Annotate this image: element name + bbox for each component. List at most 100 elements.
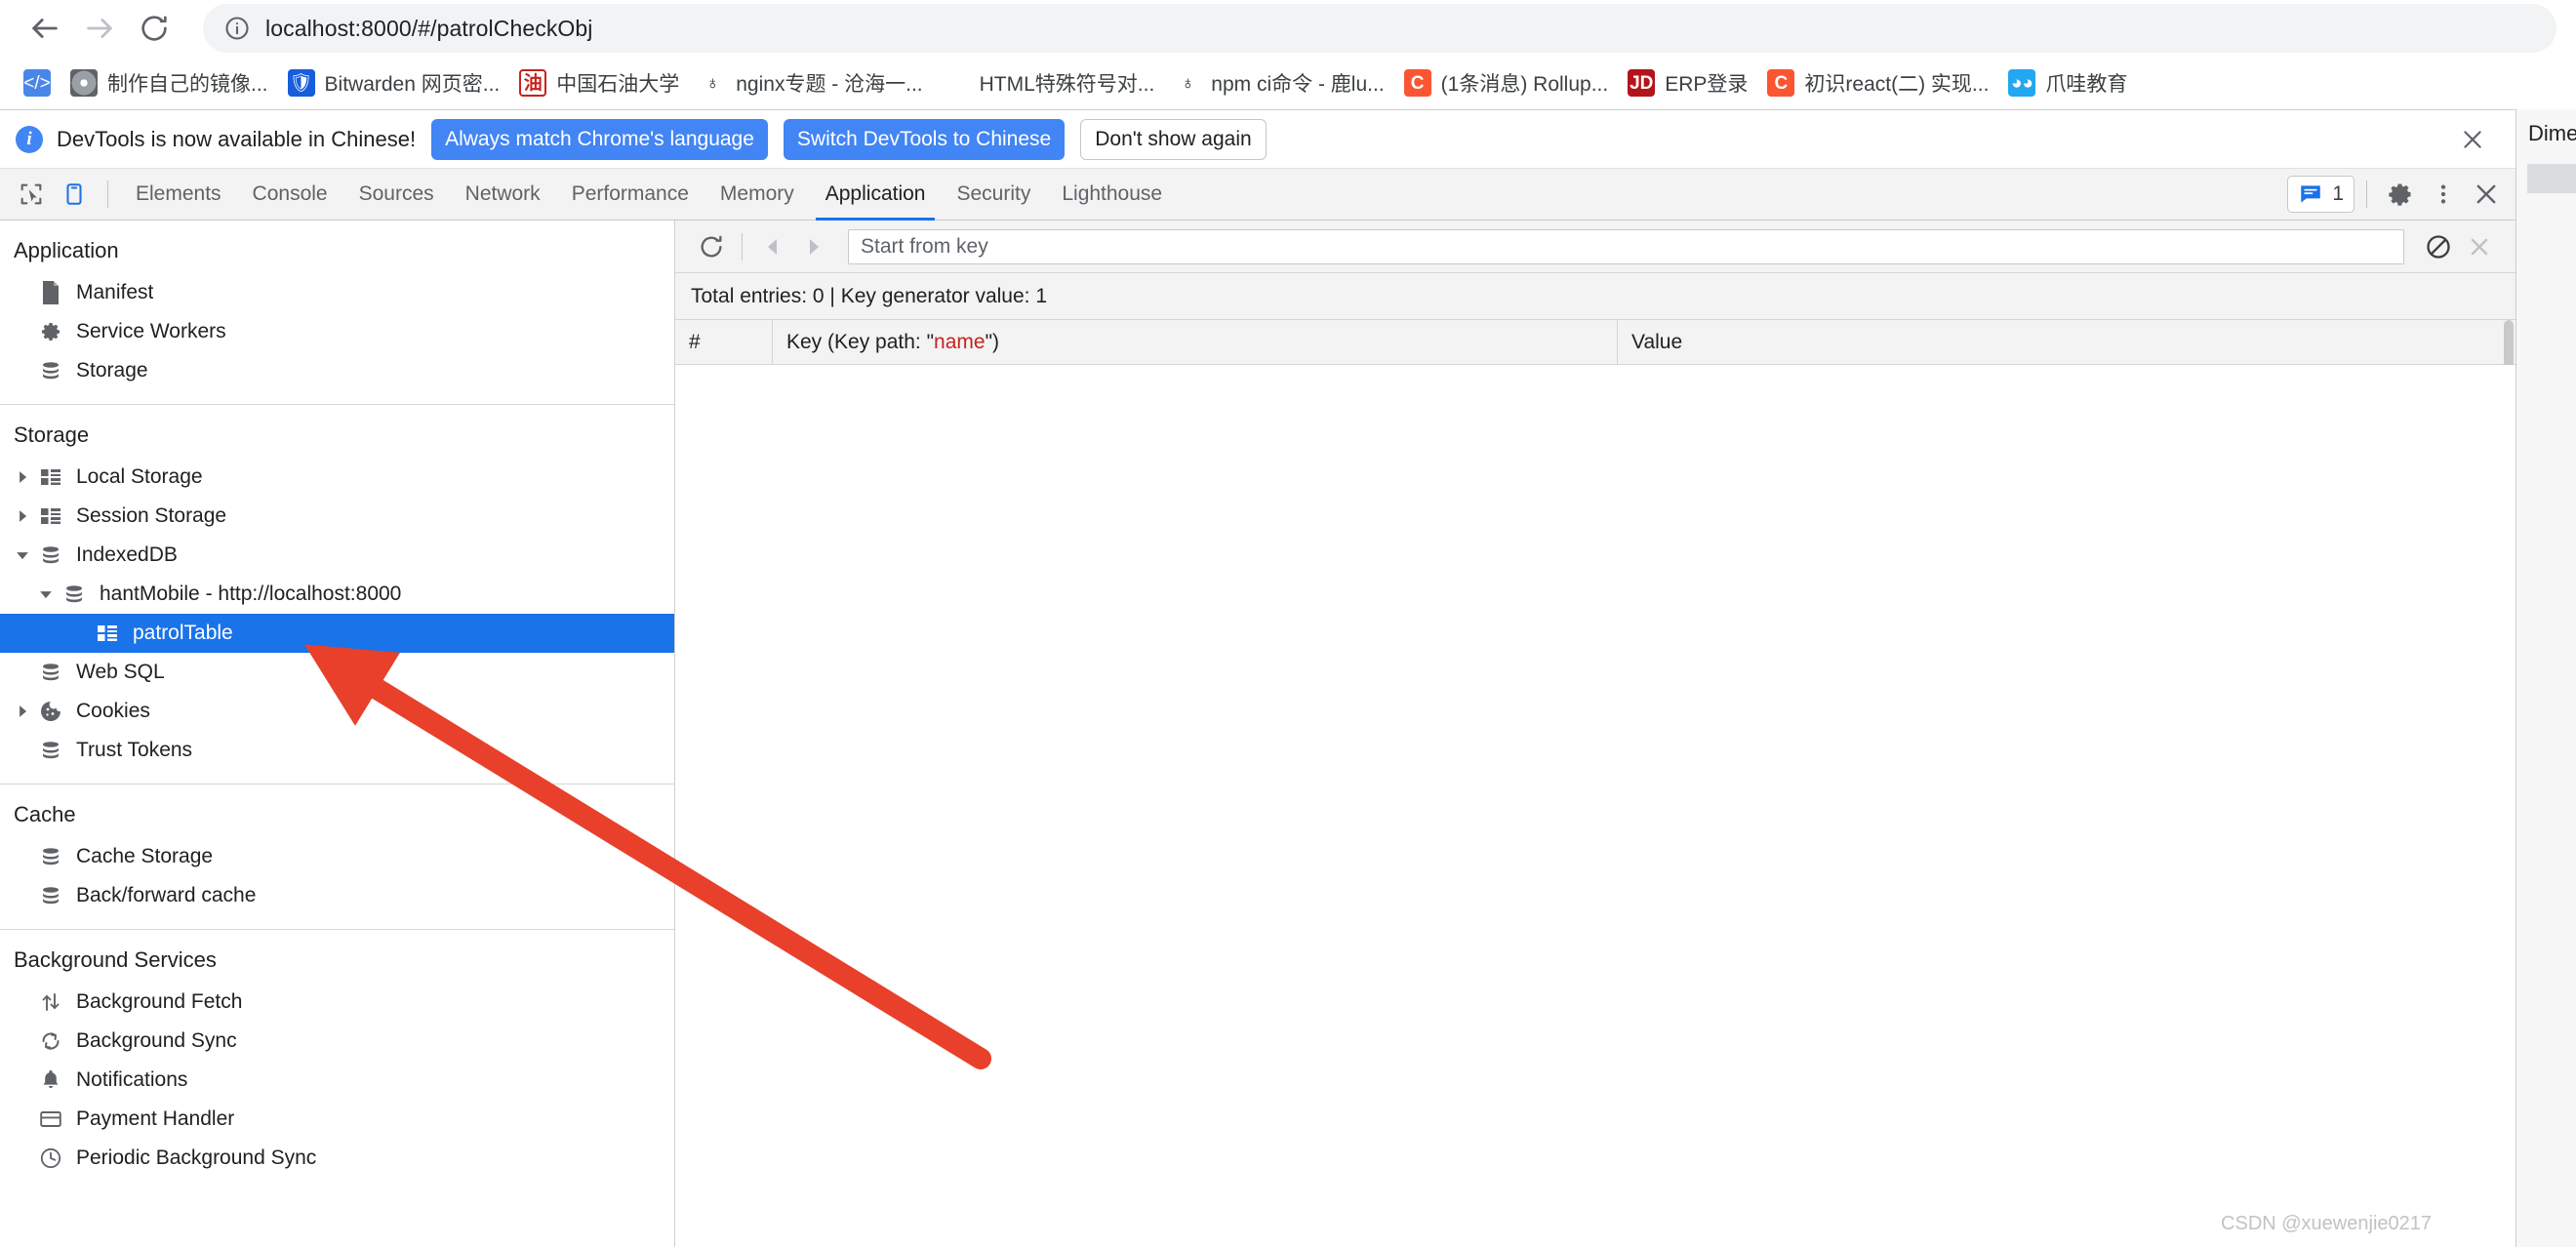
chevron-right-icon[interactable]	[12, 466, 33, 488]
sidebar-item-web-sql[interactable]: Web SQL	[0, 653, 674, 692]
csdn-icon: C	[1403, 69, 1431, 97]
chevron-right-icon[interactable]	[12, 701, 33, 722]
manifest-doc-icon	[37, 279, 64, 306]
banner-close-button[interactable]	[2453, 120, 2492, 159]
sidebar-item-trust-tokens[interactable]: Trust Tokens	[0, 731, 674, 770]
chevron-down-icon[interactable]	[12, 544, 33, 566]
column-header-key[interactable]: Key (Key path: " name ")	[773, 320, 1618, 364]
bookmark-item[interactable]: </>	[16, 62, 59, 103]
dont-show-again-button[interactable]: Don't show again	[1080, 118, 1267, 160]
chevron-right-icon[interactable]	[12, 505, 33, 527]
bookmark-item[interactable]: 油中国石油大学	[511, 62, 687, 103]
sidebar-item-hantmobile-http-localhost-8000[interactable]: hantMobile - http://localhost:8000	[0, 575, 674, 614]
always-match-language-button[interactable]: Always match Chrome's language	[431, 118, 768, 160]
sidebar-item-label: Web SQL	[76, 661, 165, 683]
sidebar-item-cookies[interactable]: Cookies	[0, 692, 674, 731]
jd-icon: JD	[1628, 69, 1656, 97]
switch-devtools-to-chinese-button[interactable]: Switch DevTools to Chinese	[783, 118, 1066, 160]
refresh-icon	[701, 235, 722, 258]
start-from-key-input[interactable]	[848, 228, 2404, 264]
tab-security[interactable]: Security	[941, 169, 1046, 221]
back-arrow-icon	[32, 19, 58, 38]
browser-window: localhost:8000/#/patrolCheckObj </> 制作自己的…	[0, 0, 2576, 1247]
data-grid-body	[675, 365, 2516, 1247]
bookmark-item[interactable]: C (1条消息) Rollup...	[1396, 62, 1617, 103]
refresh-button[interactable]	[691, 226, 732, 267]
device-toolbar-toggle[interactable]	[53, 173, 96, 216]
messages-chip[interactable]: 1	[2287, 176, 2355, 213]
sidebar-item-service-workers[interactable]: Service Workers	[0, 312, 674, 351]
bookmark-item[interactable]: ♁ nginx专题 - 沧海一...	[691, 62, 930, 103]
indexeddb-toolbar	[675, 221, 2516, 273]
table-grid-icon	[94, 620, 121, 647]
disc-icon	[70, 69, 98, 97]
forward-button[interactable]	[72, 1, 127, 56]
sidebar-item-patroltable[interactable]: patrolTable	[0, 614, 674, 653]
chevron-down-icon[interactable]	[35, 583, 57, 605]
back-button[interactable]	[18, 1, 72, 56]
devtools-settings-button[interactable]	[2379, 173, 2422, 216]
clock-icon	[37, 1145, 64, 1172]
close-icon	[2464, 130, 2481, 148]
sidebar-item-storage[interactable]: Storage	[0, 351, 674, 390]
tab-console[interactable]: Console	[237, 169, 343, 221]
sidebar-item-background-fetch[interactable]: Background Fetch	[0, 983, 674, 1022]
watermark: CSDN @xuewenjie0217	[2221, 1213, 2432, 1234]
sidebar-item-back-forward-cache[interactable]: Back/forward cache	[0, 876, 674, 915]
site-info-icon[interactable]	[222, 14, 252, 43]
dimensions-controls-placeholder	[2524, 164, 2576, 193]
bell-icon	[37, 1066, 64, 1094]
tab-memory[interactable]: Memory	[704, 169, 810, 221]
tab-performance[interactable]: Performance	[556, 169, 704, 221]
delete-x-icon	[2471, 238, 2488, 255]
devtools-more-button[interactable]	[2422, 173, 2465, 216]
reload-button[interactable]	[127, 1, 181, 56]
bookmark-item[interactable]: 制作自己的镜像...	[62, 62, 276, 103]
toolbar-divider-2	[2366, 181, 2367, 208]
gear-icon	[2389, 183, 2411, 206]
tab-lighthouse[interactable]: Lighthouse	[1046, 169, 1178, 221]
sidebar-item-label: Periodic Background Sync	[76, 1146, 317, 1169]
previous-page-button[interactable]	[752, 226, 793, 267]
credit-card-icon	[37, 1106, 64, 1133]
data-grid-header: # Key (Key path: " name ") Value	[675, 320, 2516, 414]
bookmark-label: (1条消息) Rollup...	[1440, 73, 1609, 96]
database-icon	[60, 581, 88, 608]
bookmark-item[interactable]: ◕◕ 爪哇教育	[2000, 62, 2135, 103]
sidebar-item-session-storage[interactable]: Session Storage	[0, 497, 674, 536]
play-next-icon	[810, 238, 819, 255]
tab-sources[interactable]: Sources	[343, 169, 450, 221]
sidebar-item-cache-storage[interactable]: Cache Storage	[0, 837, 674, 876]
column-header-index[interactable]: #	[675, 320, 773, 364]
sidebar-item-indexeddb[interactable]: IndexedDB	[0, 536, 674, 575]
bookmark-item[interactable]: C 初识react(二) 实现...	[1759, 62, 1996, 103]
sidebar-item-label: hantMobile - http://localhost:8000	[100, 583, 402, 605]
url-text: localhost:8000/#/patrolCheckObj	[265, 15, 593, 41]
delete-selected-button[interactable]	[2459, 226, 2500, 267]
sidebar-item-periodic-background-sync[interactable]: Periodic Background Sync	[0, 1139, 674, 1178]
bookmark-item[interactable]: HTML特殊符号对...	[935, 62, 1163, 103]
bookmark-item[interactable]: ♁ npm ci命令 - 鹿lu...	[1166, 62, 1391, 103]
sidebar-item-label: Cookies	[76, 700, 150, 722]
address-bar[interactable]: localhost:8000/#/patrolCheckObj	[203, 4, 2556, 53]
next-page-button[interactable]	[793, 226, 834, 267]
bookmark-label: 中国石油大学	[556, 73, 680, 96]
bookmark-label: HTML特殊符号对...	[979, 73, 1155, 96]
sidebar-item-label: Notifications	[76, 1068, 188, 1091]
tab-elements[interactable]: Elements	[120, 169, 237, 221]
message-bubble-icon	[2301, 185, 2321, 203]
column-header-value[interactable]: Value	[1618, 320, 2516, 364]
bookmark-item[interactable]: JD ERP登录	[1620, 62, 1755, 103]
sidebar-item-payment-handler[interactable]: Payment Handler	[0, 1100, 674, 1139]
tab-application[interactable]: Application	[810, 169, 942, 221]
inspect-element-button[interactable]	[10, 173, 53, 216]
browser-toolbar: localhost:8000/#/patrolCheckObj	[0, 0, 2576, 57]
tab-network[interactable]: Network	[450, 169, 556, 221]
sidebar-item-local-storage[interactable]: Local Storage	[0, 458, 674, 497]
sidebar-item-notifications[interactable]: Notifications	[0, 1061, 674, 1100]
clear-object-store-button[interactable]	[2418, 226, 2459, 267]
sidebar-item-background-sync[interactable]: Background Sync	[0, 1022, 674, 1061]
sidebar-item-manifest[interactable]: Manifest	[0, 273, 674, 312]
devtools-close-button[interactable]	[2465, 173, 2508, 216]
bookmark-item[interactable]: 🛡 Bitwarden 网页密...	[280, 62, 508, 103]
